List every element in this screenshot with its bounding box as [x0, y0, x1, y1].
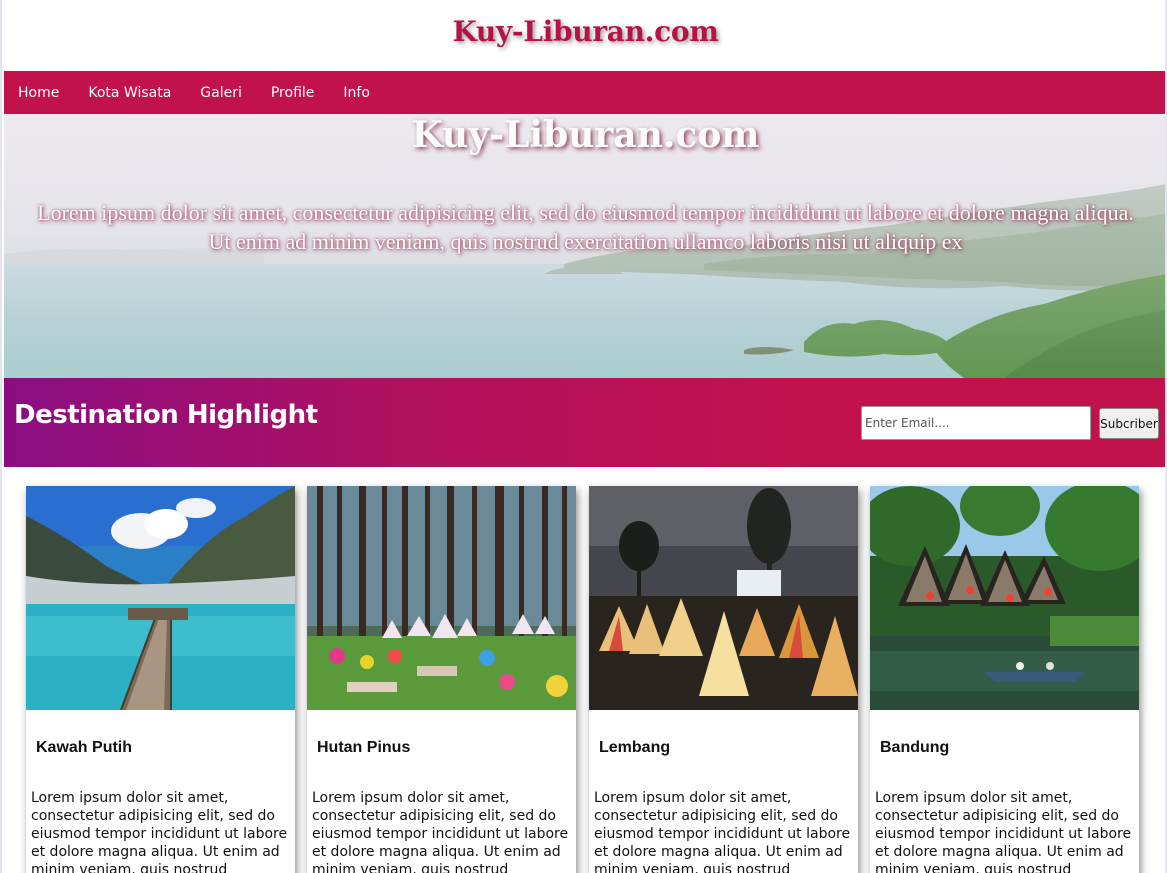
destination-card[interactable]: Hutan Pinus Lorem ipsum dolor sit amet, … [307, 486, 576, 873]
card-description: Lorem ipsum dolor sit amet, consectetur … [875, 790, 1132, 873]
floating-village-photo [870, 486, 1139, 710]
card-title[interactable]: Bandung [880, 739, 949, 757]
page-frame: Kuy-Liburan.com Home Kota Wisata Galeri … [0, 0, 1167, 873]
card-description: Lorem ipsum dolor sit amet, consectetur … [594, 790, 851, 873]
nav-kota-wisata[interactable]: Kota Wisata [88, 85, 171, 101]
subscribe-button[interactable]: Subcriber [1099, 408, 1159, 439]
card-title[interactable]: Kawah Putih [36, 739, 132, 757]
site-logo-title[interactable]: Kuy-Liburan.com [452, 15, 718, 48]
destination-card[interactable]: Lembang Lorem ipsum dolor sit amet, cons… [589, 486, 858, 873]
card-description: Lorem ipsum dolor sit amet, consectetur … [31, 790, 288, 873]
lake-pier-photo [26, 486, 295, 710]
destination-cards: Kawah Putih Lorem ipsum dolor sit amet, … [2, 486, 1165, 873]
destination-card[interactable]: Kawah Putih Lorem ipsum dolor sit amet, … [26, 486, 295, 873]
nav-profile[interactable]: Profile [271, 85, 315, 101]
card-image-kawah-putih[interactable] [26, 486, 295, 710]
hero-title: Kuy-Liburan.com [411, 114, 760, 156]
card-image-hutan-pinus[interactable] [307, 486, 576, 710]
card-image-lembang[interactable] [589, 486, 858, 710]
section-title: Destination Highlight [14, 400, 318, 430]
nav-galeri[interactable]: Galeri [200, 85, 242, 101]
main-navbar: Home Kota Wisata Galeri Profile Info [4, 71, 1165, 114]
destination-card[interactable]: Bandung Lorem ipsum dolor sit amet, cons… [870, 486, 1139, 873]
card-image-bandung[interactable] [870, 486, 1139, 710]
hero-banner: Kuy-Liburan.com Lorem ipsum dolor sit am… [4, 114, 1165, 378]
nav-info[interactable]: Info [343, 85, 370, 101]
card-title[interactable]: Lembang [599, 739, 670, 757]
site-header: Kuy-Liburan.com [4, 0, 1165, 71]
email-field[interactable] [861, 406, 1091, 440]
night-camp-photo [589, 486, 858, 710]
card-description: Lorem ipsum dolor sit amet, consectetur … [312, 790, 569, 873]
hero-description: Lorem ipsum dolor sit amet, consectetur … [37, 200, 1134, 254]
nav-home[interactable]: Home [18, 85, 59, 101]
destination-highlight-band: Destination Highlight Subcriber [4, 378, 1165, 467]
card-title[interactable]: Hutan Pinus [317, 739, 410, 757]
pine-forest-photo [307, 486, 576, 710]
